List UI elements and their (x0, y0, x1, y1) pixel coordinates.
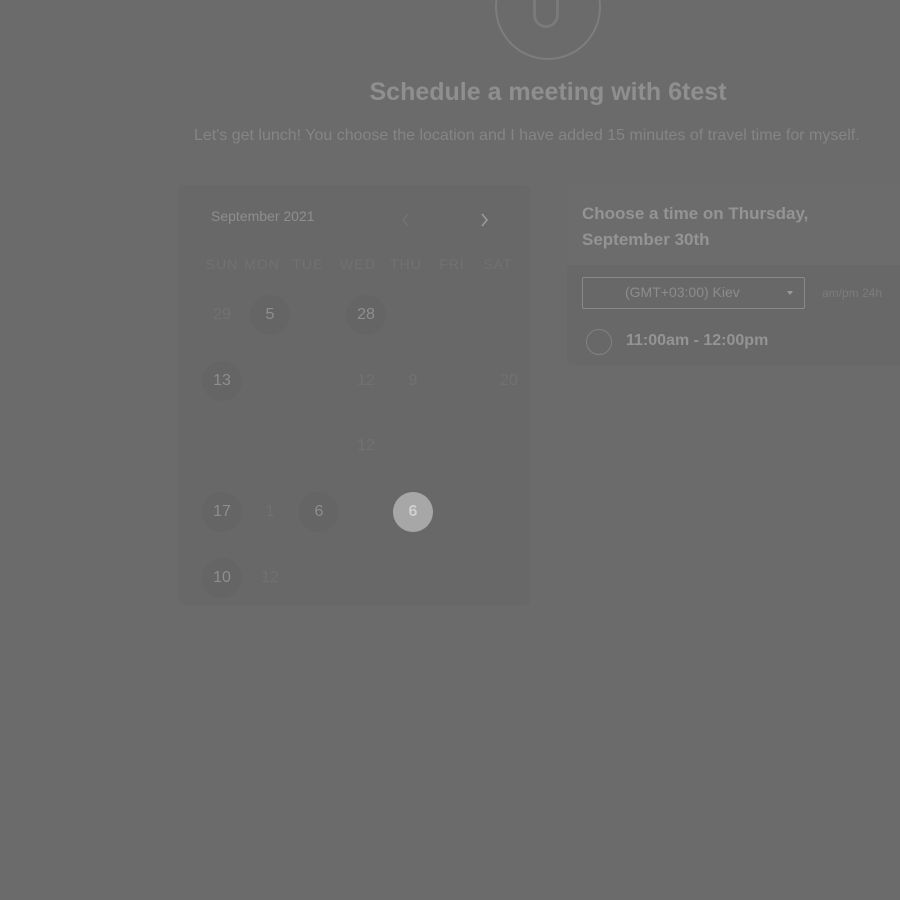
calendar-day[interactable]: 10 (202, 558, 242, 598)
host-avatar-icon (533, 0, 559, 28)
calendar-day[interactable]: 5 (250, 295, 290, 335)
time-panel-title: Choose a time on Thursday, September 30t… (582, 204, 809, 249)
event-description: Let's get lunch! You choose the location… (194, 127, 860, 144)
calendar-month-label: September 2021 (211, 208, 315, 224)
page-title: Schedule a meeting with 6test (369, 78, 727, 106)
calendar-day-selected[interactable]: 6 (393, 492, 433, 532)
time-slot-radio[interactable] (586, 329, 612, 355)
calendar-day: 29 (213, 306, 231, 323)
prev-month-button[interactable] (396, 210, 416, 230)
calendar-day: 12 (357, 372, 375, 389)
weekday-thu: THU (390, 256, 422, 272)
chevron-right-icon (481, 213, 489, 227)
weekday-wed: WED (340, 256, 376, 272)
calendar-day: 12 (261, 569, 279, 586)
calendar-day[interactable]: 6 (299, 492, 339, 532)
calendar-day[interactable]: 28 (346, 295, 386, 335)
caret-down-icon (787, 291, 793, 295)
timezone-value: (GMT+03:00) Kiev (625, 284, 740, 300)
calendar-day: 1 (265, 503, 275, 520)
next-month-button[interactable] (474, 210, 494, 230)
calendar-day: 12 (357, 437, 375, 454)
calendar-day[interactable]: 17 (202, 492, 242, 532)
time-format-toggle[interactable]: am/pm 24h (822, 286, 882, 300)
time-slot-label[interactable]: 11:00am - 12:00pm (626, 332, 768, 350)
weekday-sat: SAT (483, 256, 513, 272)
calendar-day: 20 (500, 372, 518, 389)
weekday-fri: FRI (439, 256, 465, 272)
weekday-tue: TUE (292, 256, 324, 272)
weekday-mon: MON (244, 256, 280, 272)
calendar-day: 9 (408, 372, 418, 389)
chevron-left-icon (401, 213, 409, 227)
calendar-day[interactable]: 13 (202, 361, 242, 401)
